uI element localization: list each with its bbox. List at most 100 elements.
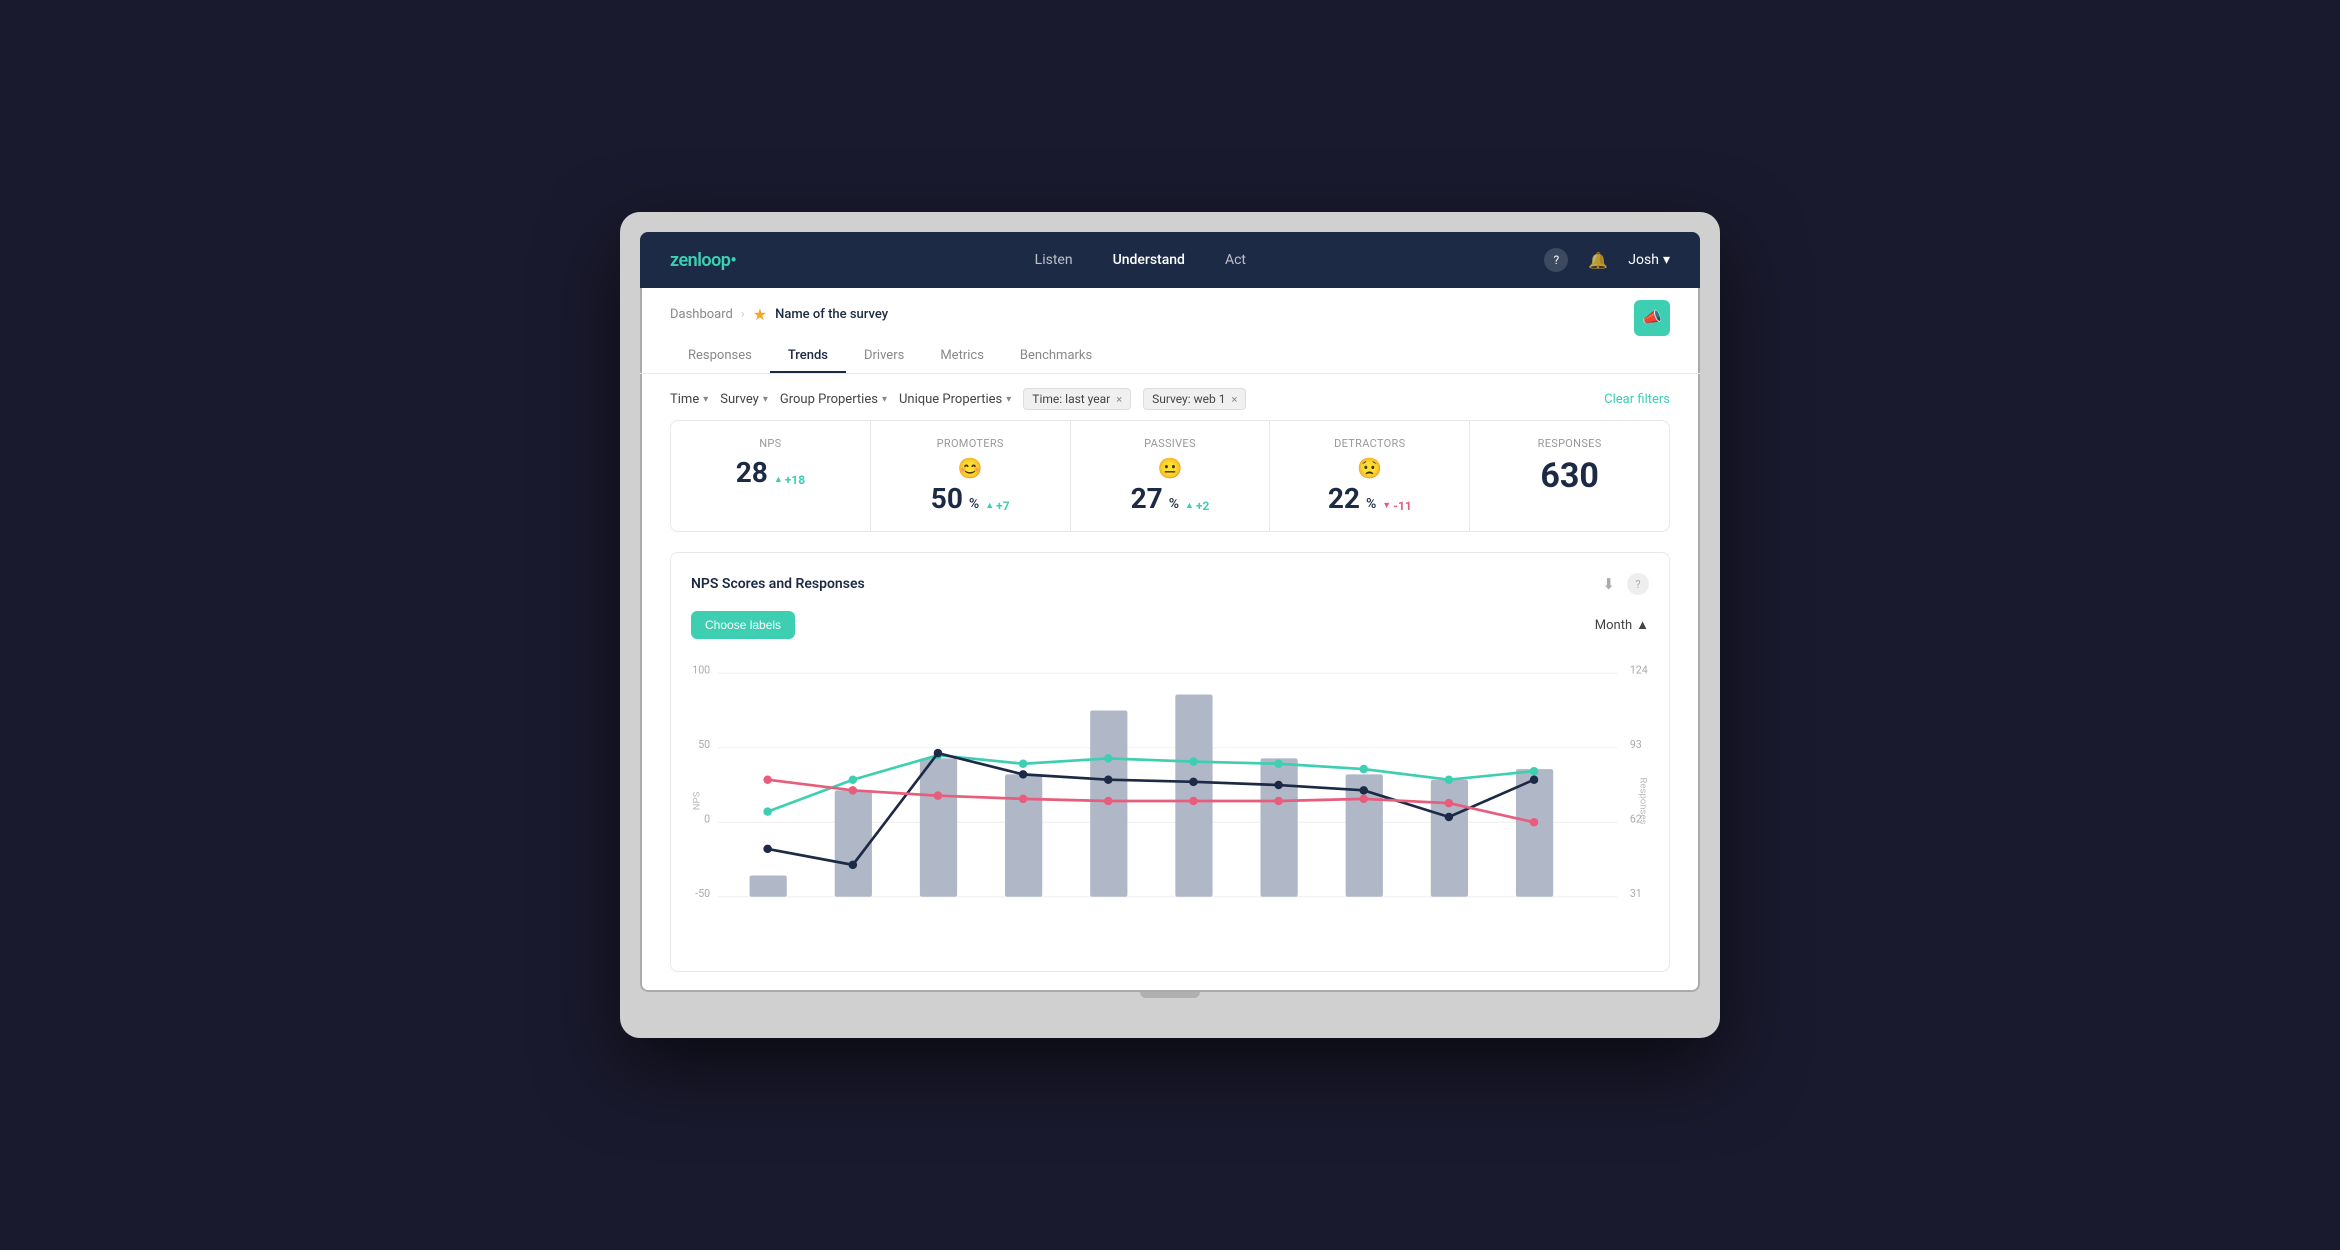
line-pink (768, 780, 1534, 823)
month-selector-label: Month (1595, 618, 1632, 633)
bell-icon[interactable]: 🔔 (1588, 251, 1608, 270)
tab-responses[interactable]: Responses (670, 340, 770, 373)
download-icon[interactable]: ⬇ (1602, 575, 1615, 593)
choose-labels-button[interactable]: Choose labels (691, 611, 795, 639)
chart-info-icon[interactable]: ? (1627, 573, 1649, 595)
group-properties-arrow-icon: ▾ (882, 394, 887, 405)
dot-navy-2 (849, 861, 858, 870)
passives-number: 27 (1131, 482, 1163, 515)
bar-2 (835, 790, 872, 896)
dot-navy-4 (1019, 770, 1028, 779)
chart-actions: ⬇ ? (1602, 573, 1649, 595)
promoters-change-arrow-icon: ▲ (985, 500, 994, 511)
unique-properties-arrow-icon: ▾ (1006, 394, 1011, 405)
nav-act[interactable]: Act (1225, 252, 1246, 268)
dot-pink-7 (1274, 797, 1283, 806)
main-nav-links: Listen Understand Act (1035, 252, 1246, 268)
detractors-change-arrow-icon: ▼ (1382, 500, 1391, 511)
page-tabs: Responses Trends Drivers Metrics Benchma… (670, 340, 1670, 373)
dot-pink-6 (1189, 797, 1198, 806)
nps-value: 28 ▲ +18 (691, 456, 850, 489)
time-filter-remove[interactable]: × (1116, 393, 1122, 406)
dot-teal-9 (1445, 775, 1454, 784)
dot-pink-3 (934, 791, 943, 800)
responses-value: 630 (1490, 456, 1649, 496)
user-menu[interactable]: Josh ▾ (1628, 252, 1670, 268)
time-filter-arrow-icon: ▾ (703, 394, 708, 405)
nps-change-arrow-icon: ▲ (774, 474, 783, 485)
survey-filter-remove[interactable]: × (1231, 393, 1237, 406)
month-selector[interactable]: Month ▲ (1595, 617, 1649, 633)
nps-label: NPS (691, 437, 850, 450)
group-properties-filter[interactable]: Group Properties ▾ (780, 392, 887, 407)
nav-listen[interactable]: Listen (1035, 252, 1073, 268)
time-filter-label: Time (670, 392, 699, 407)
announce-button[interactable]: 📣 (1634, 300, 1670, 336)
dot-teal-1 (763, 807, 772, 816)
dot-teal-6 (1189, 757, 1198, 766)
survey-filter-tag: Survey: web 1 × (1143, 388, 1246, 410)
passives-change-value: +2 (1196, 499, 1209, 513)
logo: zenloop• (670, 250, 736, 271)
tab-trends[interactable]: Trends (770, 340, 846, 373)
group-properties-label: Group Properties (780, 392, 878, 407)
dot-teal-4 (1019, 759, 1028, 768)
svg-text:93: 93 (1630, 738, 1642, 751)
svg-text:-50: -50 (695, 887, 710, 900)
unique-properties-filter[interactable]: Unique Properties ▾ (899, 392, 1011, 407)
passives-value: 27% ▲ +2 (1091, 482, 1250, 515)
detractors-change-value: -11 (1393, 499, 1412, 513)
nps-change: ▲ +18 (774, 473, 805, 487)
breadcrumb-dashboard[interactable]: Dashboard (670, 307, 733, 322)
svg-text:31: 31 (1630, 887, 1642, 900)
dot-navy-3 (934, 749, 943, 758)
svg-text:100: 100 (692, 663, 710, 676)
chart-svg: 100 50 0 -50 124 93 62 31 NPS (691, 651, 1649, 951)
svg-text:NPS: NPS (692, 791, 703, 810)
brand-dot: • (730, 250, 736, 271)
passives-change: ▲ +2 (1185, 499, 1209, 513)
dot-navy-1 (763, 845, 772, 854)
dot-navy-7 (1274, 781, 1283, 790)
dot-navy-6 (1189, 778, 1198, 787)
promoters-number: 50 (931, 482, 963, 515)
stats-row: NPS 28 ▲ +18 Promoters 😊 50% ▲ +7 (670, 420, 1670, 532)
dot-teal-5 (1104, 754, 1113, 763)
dot-pink-9 (1445, 799, 1454, 808)
dot-teal-10 (1530, 767, 1539, 776)
bar-1 (750, 876, 787, 897)
chart-title: NPS Scores and Responses (691, 576, 865, 592)
dot-pink-4 (1019, 795, 1028, 804)
svg-text:0: 0 (704, 812, 710, 825)
chart-header: NPS Scores and Responses ⬇ ? (691, 573, 1649, 595)
passives-icon: 😐 (1091, 456, 1250, 480)
top-navigation: zenloop• Listen Understand Act ? 🔔 Josh … (640, 232, 1700, 288)
svg-text:50: 50 (698, 738, 710, 751)
nps-change-value: +18 (785, 473, 805, 487)
stat-nps: NPS 28 ▲ +18 (671, 421, 871, 531)
detractors-label: Detractors (1290, 437, 1449, 450)
tab-metrics[interactable]: Metrics (922, 340, 1002, 373)
promoters-change-value: +7 (996, 499, 1009, 513)
svg-text:Responses: Responses (1637, 777, 1648, 824)
detractors-change: ▼ -11 (1382, 499, 1411, 513)
tab-benchmarks[interactable]: Benchmarks (1002, 340, 1110, 373)
line-teal (768, 755, 1534, 811)
survey-filter[interactable]: Survey ▾ (720, 392, 768, 407)
dot-navy-5 (1104, 775, 1113, 784)
dot-navy-8 (1359, 786, 1368, 795)
laptop-notch (1140, 992, 1200, 998)
promoters-value: 50% ▲ +7 (891, 482, 1050, 515)
chart-area: 100 50 0 -50 124 93 62 31 NPS (691, 651, 1649, 951)
responses-number: 630 (1540, 456, 1599, 496)
sub-header: Dashboard › ★ Name of the survey 📣 Respo… (640, 288, 1700, 374)
help-icon[interactable]: ? (1544, 248, 1568, 272)
passives-label: Passives (1091, 437, 1250, 450)
bar-4 (1005, 774, 1042, 896)
tab-drivers[interactable]: Drivers (846, 340, 922, 373)
nav-understand[interactable]: Understand (1113, 252, 1185, 268)
time-filter[interactable]: Time ▾ (670, 392, 708, 407)
clear-filters-button[interactable]: Clear filters (1604, 392, 1670, 407)
unique-properties-label: Unique Properties (899, 392, 1002, 407)
user-name: Josh (1628, 252, 1659, 268)
